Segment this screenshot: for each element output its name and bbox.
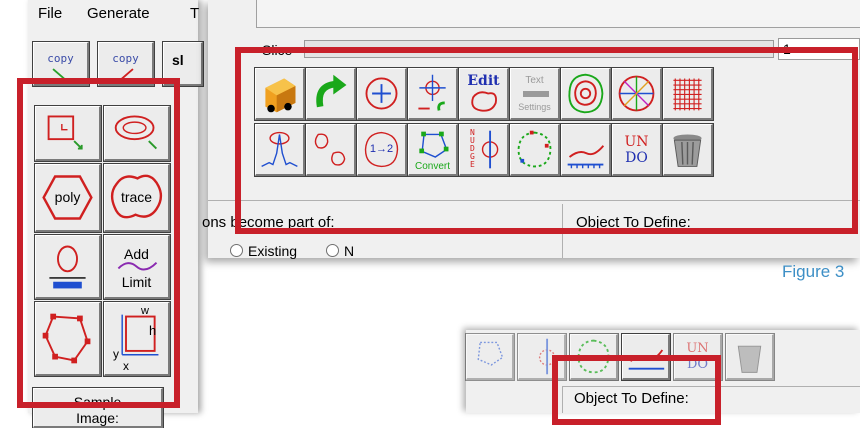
zoom-highlight-box (552, 355, 721, 425)
image-label: Image: (76, 410, 119, 426)
zoom-trash-button[interactable] (726, 334, 774, 380)
figure-caption: Figure 3 (782, 262, 845, 281)
zoom-undo-line1: UN (686, 341, 709, 356)
convert-icon (477, 341, 504, 366)
menu-bar: File Generate T (28, 0, 199, 34)
left-highlight-box (17, 78, 180, 408)
menu-file[interactable]: File (38, 5, 62, 22)
panel-top-strip (256, 0, 860, 28)
menu-truncated[interactable]: T (190, 5, 199, 22)
sample-tab-label: sl (172, 52, 184, 68)
existing-label: Existing (248, 243, 298, 259)
main-highlight-box (235, 47, 858, 234)
new-label: N (344, 243, 355, 259)
existing-radio[interactable] (230, 244, 243, 257)
trash-can-icon (737, 345, 762, 373)
new-radio[interactable] (326, 244, 339, 257)
zoom-convert-button[interactable] (466, 334, 514, 380)
menu-generate[interactable]: Generate (87, 5, 150, 22)
